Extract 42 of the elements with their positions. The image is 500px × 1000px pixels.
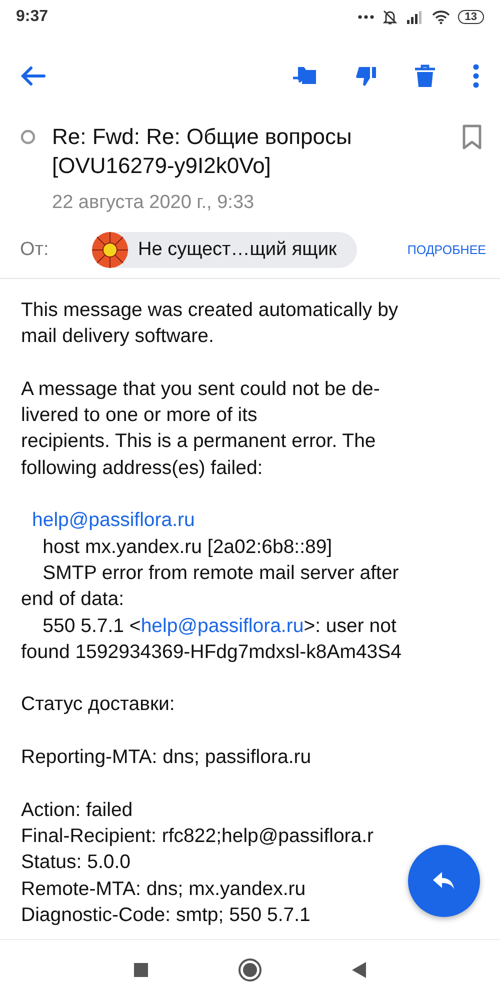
status-time: 9:37 [16,8,48,26]
message-text-line: This message was created automatically by [21,298,398,323]
bell-off-icon [382,9,398,25]
message-text-line: end of data: [21,587,124,612]
message-text-line: mail delivery software. [21,324,214,350]
email-link[interactable]: help@passiflora.ru [140,614,304,637]
more-menu-icon[interactable] [472,64,480,88]
message-text-line: Status: 5.0.0 [21,850,130,876]
message-text-line: SMTP error from remote mail server after [42,560,399,586]
message-text-line: host mx.yandex.ru [2a02:6b8::89] [42,534,332,560]
message-date: 22 августа 2020 г., 9:33 [52,192,256,214]
message-text-line: Diagnostic-Code: smtp; 550 5.7.1 [21,902,310,928]
email-link[interactable]: help@passiflora.ru [32,509,195,532]
message-text-line: Final-Recipient: rfc822;help@passiflora.r [21,824,374,849]
message-text-line: recipients. This is a permanent error. The [21,429,376,454]
back-arrow-icon[interactable] [20,66,46,86]
message-text-line: following address(es) failed: [21,456,263,481]
more-dots-icon [358,15,374,19]
message-text-line: Remote-MTA: dns; mx.yandex.ru [21,876,306,902]
message-text-line: livered to one or more of its [21,403,258,428]
message-text-line: A message that you sent could not be de- [21,376,380,402]
signal-icon [406,10,424,24]
sender-chip[interactable]: Не сущест…щий ящик [92,232,357,268]
battery-icon: 13 [458,10,484,24]
message-text-line: 550 5.7.1 <help@passiflora.ru>: user not [42,614,396,639]
wifi-icon [432,10,450,24]
home-icon[interactable] [238,958,262,982]
flower-avatar-icon [92,232,128,268]
bookmark-icon[interactable] [462,124,482,150]
from-label: От: [20,239,50,261]
trash-icon[interactable] [414,64,436,88]
message-text-line: Статус доставки: [21,692,175,718]
details-link[interactable]: ПОДРОБНЕЕ [407,243,486,257]
reply-icon [432,871,456,891]
message-text-line: Action: failed [21,798,133,823]
message-subject: Re: Fwd: Re: Общие вопросы [OVU16279-y9I2k0Vo] [52,123,353,180]
message-text-line: Reporting-MTA: dns; passiflora.ru [21,745,312,770]
back-icon[interactable] [352,962,366,978]
reply-button[interactable] [408,845,480,917]
thumbs-down-icon[interactable] [354,64,378,88]
read-status-icon[interactable] [20,129,36,145]
message-text-line: found 1592934369-HFdg7mdxsl-k8Am43S4 [21,640,402,665]
